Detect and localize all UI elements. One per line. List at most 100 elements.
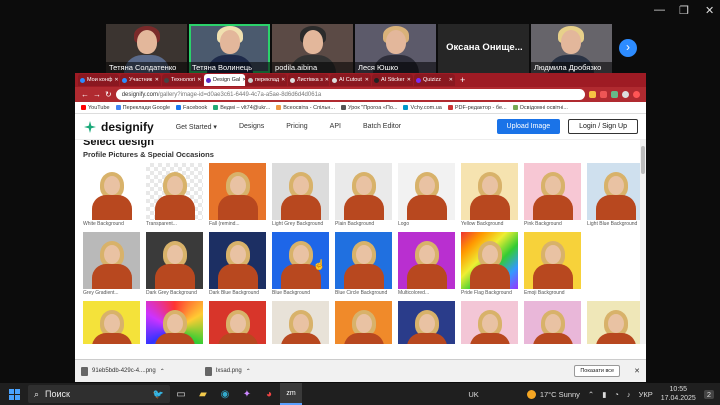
keyboard-layout[interactable]: УКР bbox=[639, 390, 653, 399]
tab-close-icon[interactable]: ✕ bbox=[281, 77, 285, 83]
design-preview-image[interactable] bbox=[587, 163, 644, 220]
design-preview-image[interactable] bbox=[146, 163, 203, 220]
browser-tab[interactable]: Мои конф ✕ bbox=[78, 74, 119, 86]
browser-tab[interactable]: AI Sticker ✕ bbox=[372, 74, 413, 86]
bookmark-item[interactable]: Facebook bbox=[176, 105, 207, 111]
design-preview-image[interactable] bbox=[146, 301, 203, 344]
forward-icon[interactable]: → bbox=[93, 90, 101, 99]
design-thumbnail[interactable]: Logo bbox=[398, 163, 455, 228]
download-item[interactable]: Ixsad.png ⌃ bbox=[204, 366, 251, 376]
extension-icon[interactable] bbox=[611, 91, 618, 98]
design-thumbnail[interactable] bbox=[587, 301, 644, 344]
tab-close-icon[interactable]: ✕ bbox=[114, 77, 118, 83]
design-thumbnail[interactable] bbox=[83, 301, 140, 344]
zoom-app-icon[interactable]: zm bbox=[280, 383, 302, 405]
design-preview-image[interactable] bbox=[209, 232, 266, 289]
task-view-icon[interactable]: ▭ bbox=[170, 383, 192, 405]
design-preview-image[interactable] bbox=[272, 163, 329, 220]
design-preview-image[interactable] bbox=[524, 301, 581, 344]
close-icon[interactable]: ✕ bbox=[705, 4, 714, 17]
design-preview-image[interactable] bbox=[398, 163, 455, 220]
file-explorer-icon[interactable]: ▰ bbox=[192, 383, 214, 405]
design-thumbnail[interactable] bbox=[524, 301, 581, 344]
design-preview-image[interactable] bbox=[146, 232, 203, 289]
design-thumbnail[interactable]: Light Blue Background bbox=[587, 163, 644, 228]
weather-widget[interactable]: 17°C Sunny bbox=[526, 389, 580, 399]
design-thumbnail[interactable] bbox=[146, 301, 203, 344]
battery-icon[interactable]: ▮ bbox=[602, 390, 606, 399]
tab-close-icon[interactable]: ✕ bbox=[242, 77, 245, 83]
tab-close-icon[interactable]: ✕ bbox=[197, 77, 201, 83]
design-thumbnail[interactable]: Light Grey Background bbox=[272, 163, 329, 228]
participant-tile[interactable]: Тетяна Солдатенко bbox=[106, 24, 188, 73]
design-thumbnail[interactable]: Yellow Background bbox=[461, 163, 518, 228]
download-item[interactable]: 91eb5bdb-429c-4....png ⌃ bbox=[81, 366, 165, 376]
design-preview-image[interactable] bbox=[587, 301, 644, 344]
design-preview-image[interactable] bbox=[209, 163, 266, 220]
design-preview-image[interactable] bbox=[209, 301, 266, 344]
bookmark-item[interactable]: Урок "Прогоа «По... bbox=[340, 105, 397, 111]
design-thumbnail[interactable] bbox=[335, 301, 392, 344]
new-tab-button[interactable]: + bbox=[456, 75, 469, 85]
back-icon[interactable]: ← bbox=[81, 90, 89, 99]
design-thumbnail[interactable]: Multicolored... bbox=[398, 232, 455, 297]
browser-tab[interactable]: AI Cutout ✕ bbox=[330, 74, 371, 86]
design-preview-image[interactable] bbox=[83, 232, 140, 289]
start-button[interactable] bbox=[0, 383, 28, 405]
design-thumbnail[interactable] bbox=[461, 301, 518, 344]
design-thumbnail[interactable]: Fall (remind... bbox=[209, 163, 266, 228]
design-thumbnail[interactable]: Pink Background bbox=[524, 163, 581, 228]
site-nav-link[interactable]: API bbox=[330, 123, 341, 131]
extension-icon[interactable] bbox=[600, 91, 607, 98]
bookmark-item[interactable]: PDF-редактор - бе... bbox=[447, 105, 507, 111]
upload-image-button[interactable]: Upload Image bbox=[496, 119, 561, 134]
browser-tab[interactable]: Design Gal ✕ bbox=[204, 74, 245, 86]
tray-up-icon[interactable]: ⌃ bbox=[588, 390, 594, 399]
scrollbar[interactable] bbox=[640, 140, 646, 344]
login-signup-button[interactable]: Login / Sign Up bbox=[568, 119, 638, 134]
design-thumbnail[interactable] bbox=[272, 301, 329, 344]
notification-badge[interactable]: 2 bbox=[703, 389, 714, 399]
design-preview-image[interactable] bbox=[398, 232, 455, 289]
maximize-icon[interactable]: ❐ bbox=[679, 4, 689, 17]
edge-icon[interactable]: ◉ bbox=[214, 383, 236, 405]
tab-close-icon[interactable]: ✕ bbox=[449, 77, 453, 83]
site-nav-link[interactable]: Get Started ▾ bbox=[176, 123, 217, 131]
copilot-icon[interactable]: ✦ bbox=[236, 383, 258, 405]
design-thumbnail[interactable]: Plain Background bbox=[335, 163, 392, 228]
site-nav-link[interactable]: Batch Editor bbox=[363, 123, 401, 131]
design-preview-image[interactable] bbox=[335, 163, 392, 220]
tab-close-icon[interactable]: ✕ bbox=[155, 77, 159, 83]
participant-tile[interactable]: Людмила Дробязко bbox=[530, 24, 612, 73]
bookmark-item[interactable]: Ведмі – vlt74@ukr... bbox=[213, 105, 270, 111]
participant-tile-no-video[interactable]: Оксана Онище... bbox=[438, 24, 529, 73]
tab-close-icon[interactable]: ✕ bbox=[365, 77, 369, 83]
design-thumbnail[interactable]: Grey Gradient... bbox=[83, 232, 140, 297]
close-downloads-icon[interactable]: ✕ bbox=[634, 367, 640, 375]
design-preview-image[interactable] bbox=[461, 163, 518, 220]
design-preview-image[interactable] bbox=[335, 232, 392, 289]
participant-tile[interactable]: podila.aibina bbox=[272, 24, 354, 73]
design-preview-image[interactable] bbox=[398, 301, 455, 344]
clock[interactable]: 10:55 17.04.2025 bbox=[661, 385, 696, 403]
browser-tab[interactable]: Листівка з ✕ bbox=[288, 74, 329, 86]
design-thumbnail[interactable]: Transparent... bbox=[146, 163, 203, 228]
extension-icon[interactable] bbox=[589, 91, 596, 98]
zoom-next-page-icon[interactable]: › bbox=[619, 39, 637, 57]
chevron-up-icon[interactable]: ⌃ bbox=[246, 368, 251, 375]
reload-icon[interactable]: ↻ bbox=[105, 90, 112, 99]
bookmark-item[interactable]: Переклади Google bbox=[115, 105, 170, 111]
design-preview-image[interactable] bbox=[335, 301, 392, 344]
tab-close-icon[interactable]: ✕ bbox=[407, 77, 411, 83]
site-nav-link[interactable]: Pricing bbox=[286, 123, 307, 131]
language-indicator[interactable]: UK bbox=[468, 390, 478, 399]
chrome-icon[interactable]: ◕ bbox=[258, 383, 280, 405]
taskbar-search[interactable]: ⌕ Поиск 🐦 bbox=[28, 385, 170, 403]
tab-close-icon[interactable]: ✕ bbox=[325, 77, 329, 83]
design-preview-image[interactable] bbox=[524, 232, 581, 289]
bookmark-item[interactable]: Освідомні освітні... bbox=[512, 105, 568, 111]
scroll-thumb[interactable] bbox=[641, 146, 645, 174]
participant-tile[interactable]: Тетяна Волинець bbox=[189, 24, 271, 73]
design-preview-image[interactable] bbox=[461, 232, 518, 289]
browser-tab[interactable]: переклад ✕ bbox=[246, 74, 287, 86]
